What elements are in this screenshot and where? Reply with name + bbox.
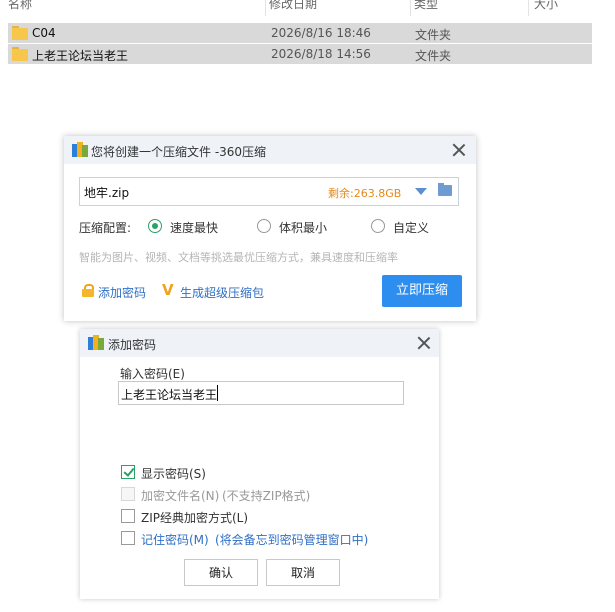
file-date: 2026/8/18 14:56 [271,47,371,61]
file-type: 文件夹 [415,49,452,63]
config-label: 压缩配置: [79,221,132,235]
option-fastest-label[interactable]: 速度最快 [170,219,218,236]
password-label: 输入密码(E) [120,367,185,381]
archive-name[interactable]: 地牢.zip [84,184,129,201]
compress-hint: 智能为图片、视频、文档等挑选最优压缩方式，兼具速度和压缩率 [79,251,398,264]
encrypt-filename-checkbox [121,487,135,501]
column-divider[interactable] [528,0,529,16]
remember-password-checkbox[interactable] [121,531,135,545]
file-type: 文件夹 [415,28,452,42]
lock-icon [82,284,94,297]
radio-fastest[interactable] [148,219,162,233]
option-smallest-label[interactable]: 体积最小 [279,219,327,236]
file-date: 2026/8/16 18:46 [271,26,371,40]
ok-button[interactable]: 确认 [184,559,258,586]
column-divider[interactable] [265,0,266,16]
file-row[interactable]: 上老王论坛当老王 2026/8/18 14:56 文件夹 [8,44,592,64]
dialog-title-bar[interactable]: 您将创建一个压缩文件 -360压缩 [64,136,476,164]
encrypt-filename-label: 加密文件名(N) [141,489,220,503]
remember-password-note: (将会备忘到密码管理窗口中) [215,533,369,547]
folder-icon [12,26,28,40]
dialog-title-bar[interactable]: 添加密码 [80,329,439,357]
close-icon[interactable] [417,336,431,350]
column-divider[interactable] [410,0,411,16]
folder-icon [12,47,28,61]
app-logo-icon [72,142,88,158]
column-header-type[interactable]: 类型 [414,0,438,14]
radio-smallest[interactable] [257,219,271,233]
column-header-name[interactable]: 名称 [8,0,32,14]
compress-now-button[interactable]: 立即压缩 [382,275,462,307]
column-header-date[interactable]: 修改日期 [269,0,317,14]
dropdown-arrow-icon[interactable] [415,188,427,195]
file-row[interactable]: C04 2026/8/16 18:46 文件夹 [8,23,592,43]
option-custom-label[interactable]: 自定义 [393,219,429,236]
show-password-label[interactable]: 显示密码(S) [141,465,206,482]
password-value: 上老王论坛当老王 [121,388,218,402]
text-cursor [217,385,218,401]
archive-path-field[interactable]: 地牢.zip 剩余:263.8GB [79,177,459,206]
close-icon[interactable] [452,143,466,157]
file-name: C04 [32,26,56,40]
password-input[interactable]: 上老王论坛当老王 [118,381,404,405]
folder-browse-icon[interactable] [438,183,452,196]
compress-dialog: 您将创建一个压缩文件 -360压缩 地牢.zip 剩余:263.8GB 压缩配置… [64,136,476,321]
app-logo-icon [88,335,104,351]
super-pack-icon: V [162,281,174,299]
password-dialog: 添加密码 输入密码(E) 上老王论坛当老王 显示密码(S) 加密文件名(N) (… [80,329,439,599]
file-name: 上老王论坛当老王 [32,49,129,63]
radio-custom[interactable] [371,219,385,233]
super-pack-link[interactable]: 生成超级压缩包 [180,284,264,301]
encrypt-filename-note: (不支持ZIP格式) [222,489,311,503]
show-password-checkbox[interactable] [121,465,135,479]
zip-classic-label[interactable]: ZIP经典加密方式(L) [141,509,248,526]
dialog-title: 您将创建一个压缩文件 -360压缩 [91,145,267,159]
dialog-title: 添加密码 [108,338,157,352]
column-header-size[interactable]: 大小 [534,0,558,14]
free-space: 剩余:263.8GB [328,187,402,200]
remember-password-label[interactable]: 记住密码(M) [141,531,209,548]
add-password-link[interactable]: 添加密码 [98,284,146,301]
cancel-button[interactable]: 取消 [266,559,340,586]
zip-classic-checkbox[interactable] [121,509,135,523]
